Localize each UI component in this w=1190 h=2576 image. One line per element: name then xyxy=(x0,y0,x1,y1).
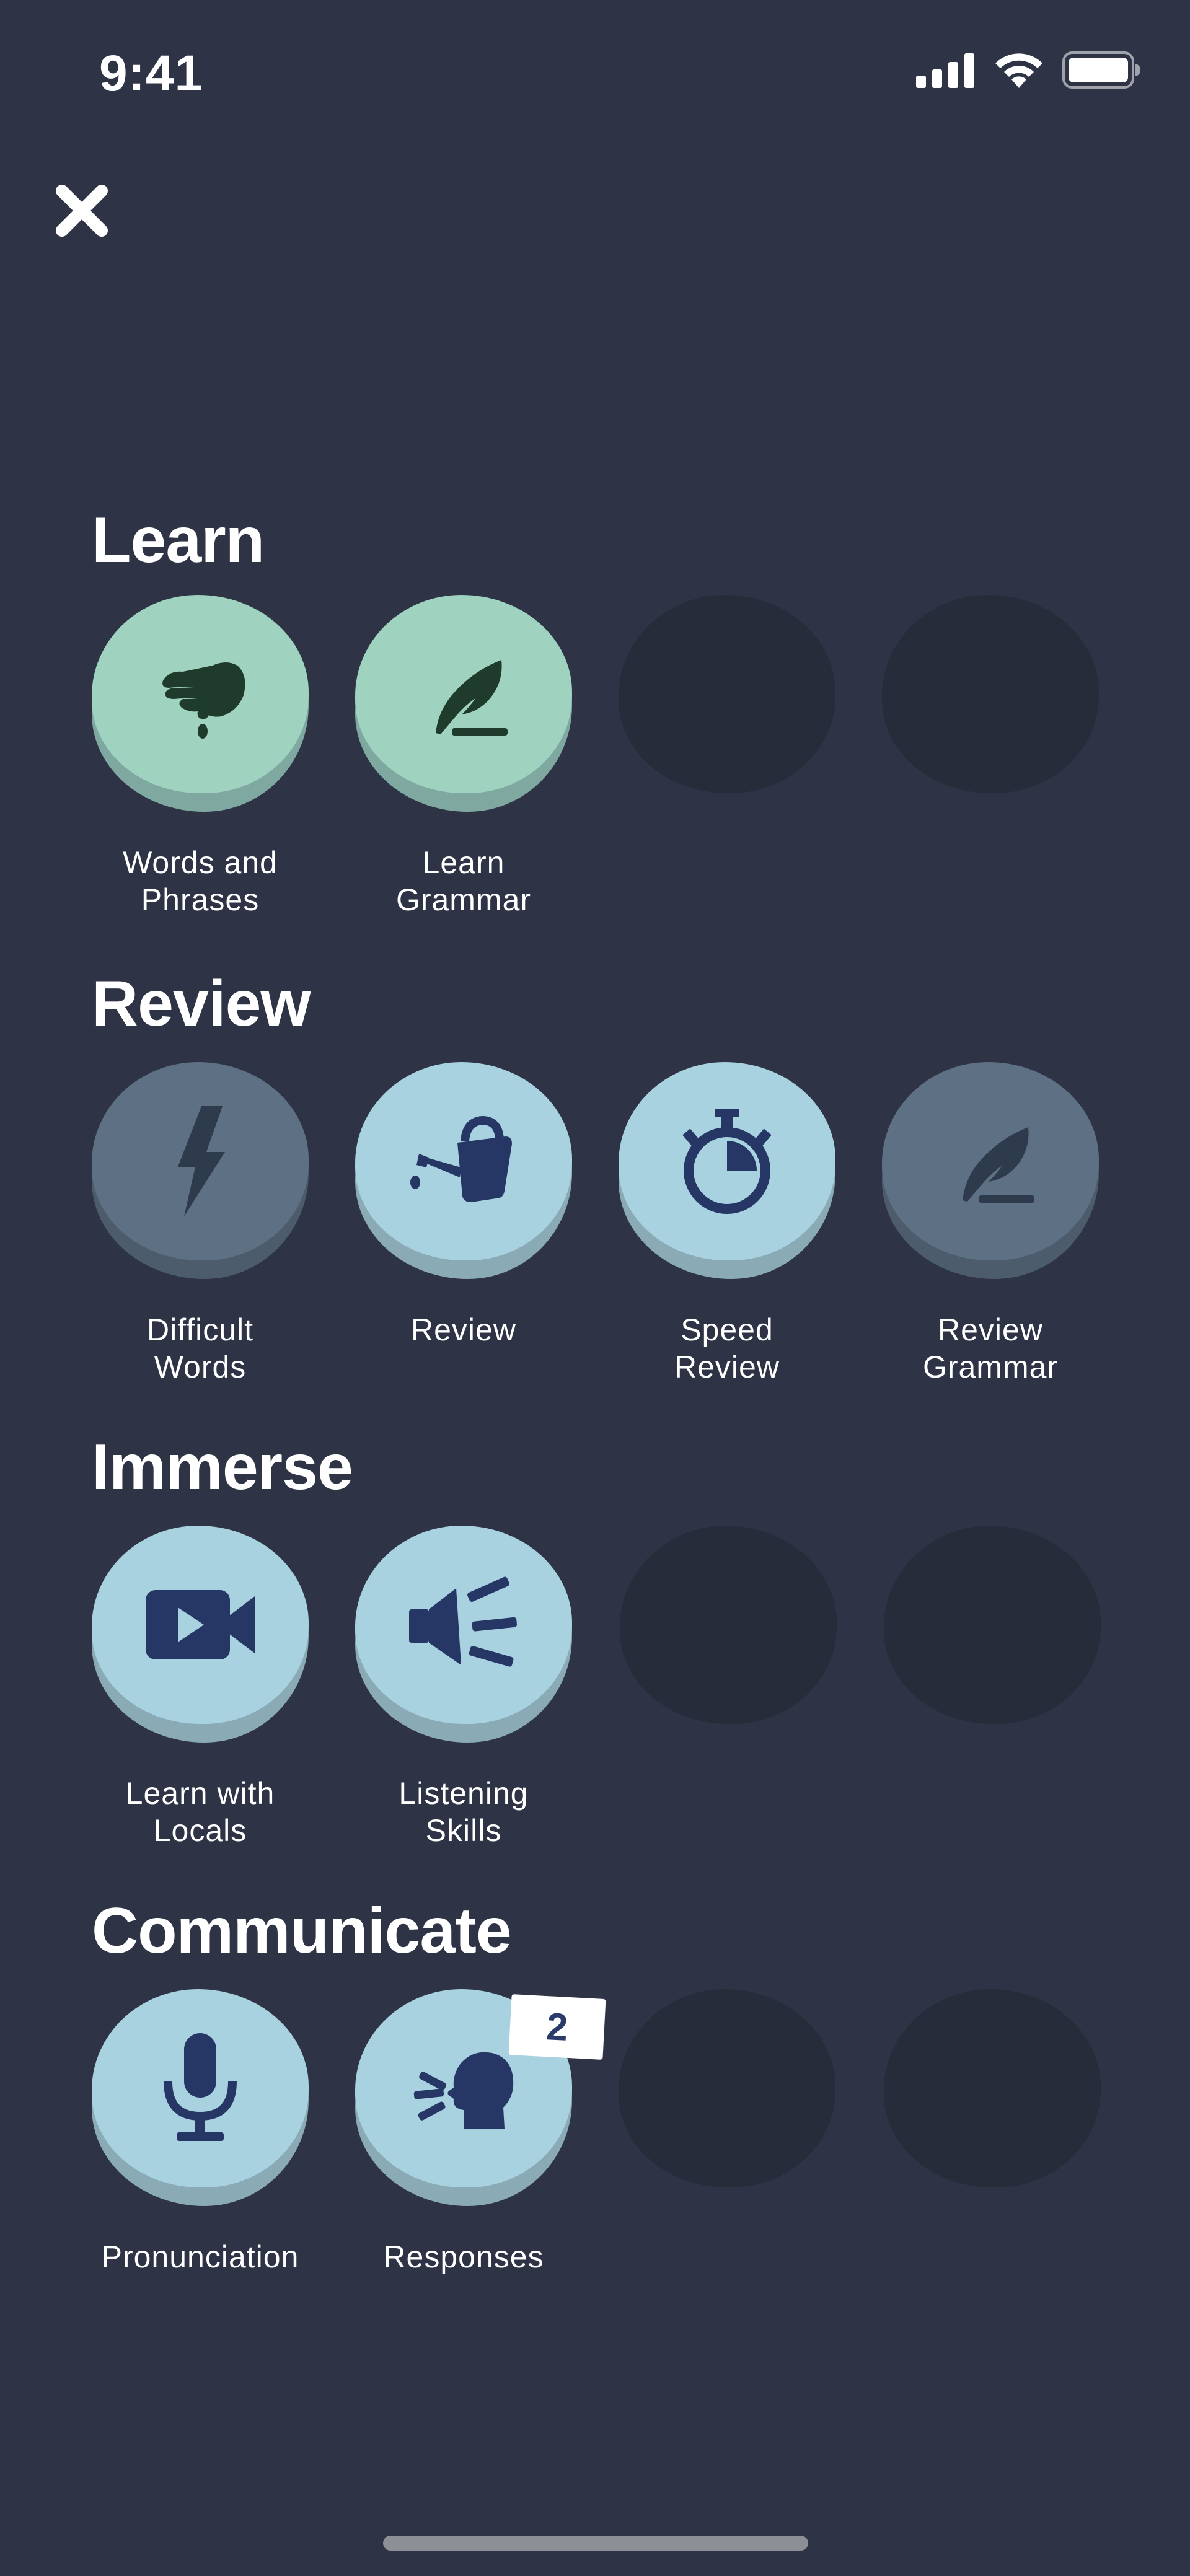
tile-responses[interactable]: 2 Responses xyxy=(355,1989,606,2311)
tile-label: Pronunciation xyxy=(101,2240,299,2274)
tile-label: Listening Skills xyxy=(399,1776,529,1848)
section-communicate: Communicate Pronunciation 2 Responses xyxy=(92,1895,1145,2274)
tile-label: Words and Phrases xyxy=(123,845,278,917)
tile-learn-grammar[interactable]: Learn Grammar xyxy=(355,595,572,917)
stopwatch-icon xyxy=(682,1109,772,1214)
tile-label: Speed Review xyxy=(674,1312,780,1384)
tile-row: Words and Phrases Learn Grammar xyxy=(92,595,1158,917)
video-camera-icon xyxy=(146,1590,255,1659)
tile-difficult-words[interactable]: Difficult Words xyxy=(92,1062,309,1384)
empty-slot xyxy=(884,1989,1101,2311)
section-title: Communicate xyxy=(92,1895,512,1967)
empty-slot xyxy=(620,1526,837,1848)
close-button[interactable] xyxy=(45,174,119,248)
empty-slot xyxy=(882,595,1099,917)
tile-learn-with-locals[interactable]: Learn with Locals xyxy=(92,1526,309,1848)
pinch-hand-icon xyxy=(162,662,245,739)
status-icons xyxy=(916,51,1142,89)
empty-slot xyxy=(619,595,835,917)
tile-listening-skills[interactable]: Listening Skills xyxy=(355,1526,572,1848)
speaking-head-icon xyxy=(413,2052,514,2129)
cellular-signal-icon xyxy=(916,53,974,88)
microphone-icon xyxy=(164,2033,237,2141)
megaphone-icon xyxy=(409,1576,518,1667)
section-title: Learn xyxy=(92,504,265,576)
tile-review-grammar[interactable]: Review Grammar xyxy=(882,1062,1099,1384)
status-time: 9:41 xyxy=(99,45,204,102)
home-indicator[interactable] xyxy=(383,2536,808,2551)
empty-slot xyxy=(884,1526,1101,1848)
notification-badge: 2 xyxy=(508,1994,606,2060)
tile-label: Learn Grammar xyxy=(395,845,532,917)
tile-label: Review xyxy=(411,1312,516,1347)
tile-label: Responses xyxy=(383,2240,544,2274)
section-review: Review Difficult Words Review Speed Revi… xyxy=(92,968,1145,1384)
wifi-icon xyxy=(995,53,1042,88)
quill-icon xyxy=(963,1127,1034,1203)
tile-pronunciation[interactable]: Pronunciation xyxy=(92,1989,309,2311)
section-immerse: Immerse Learn with Locals Listening Skil… xyxy=(92,1431,1145,1848)
lightning-bolt-icon xyxy=(178,1106,225,1216)
section-title: Immerse xyxy=(92,1431,353,1503)
tile-label: Learn with Locals xyxy=(125,1776,275,1848)
quill-icon xyxy=(436,660,508,736)
battery-icon xyxy=(1062,51,1140,89)
tile-row: Learn with Locals Listening Skills xyxy=(92,1526,1158,1848)
tile-row: Difficult Words Review Speed Review Revi… xyxy=(92,1062,1158,1384)
empty-slot xyxy=(619,1989,835,2311)
tile-label: Difficult Words xyxy=(146,1312,253,1384)
watering-can-icon xyxy=(410,1115,512,1202)
status-bar: 9:41 xyxy=(0,0,1190,149)
close-icon xyxy=(56,185,108,237)
tile-review[interactable]: Review xyxy=(355,1062,572,1384)
tile-label: Review Grammar xyxy=(922,1312,1059,1384)
tile-words-and-phrases[interactable]: Words and Phrases xyxy=(92,595,309,917)
tile-speed-review[interactable]: Speed Review xyxy=(619,1062,835,1384)
tile-row: Pronunciation 2 Responses xyxy=(92,1989,1158,2311)
section-learn: Learn Words and Phrases Learn Grammar xyxy=(92,504,1145,917)
section-title: Review xyxy=(92,968,311,1040)
